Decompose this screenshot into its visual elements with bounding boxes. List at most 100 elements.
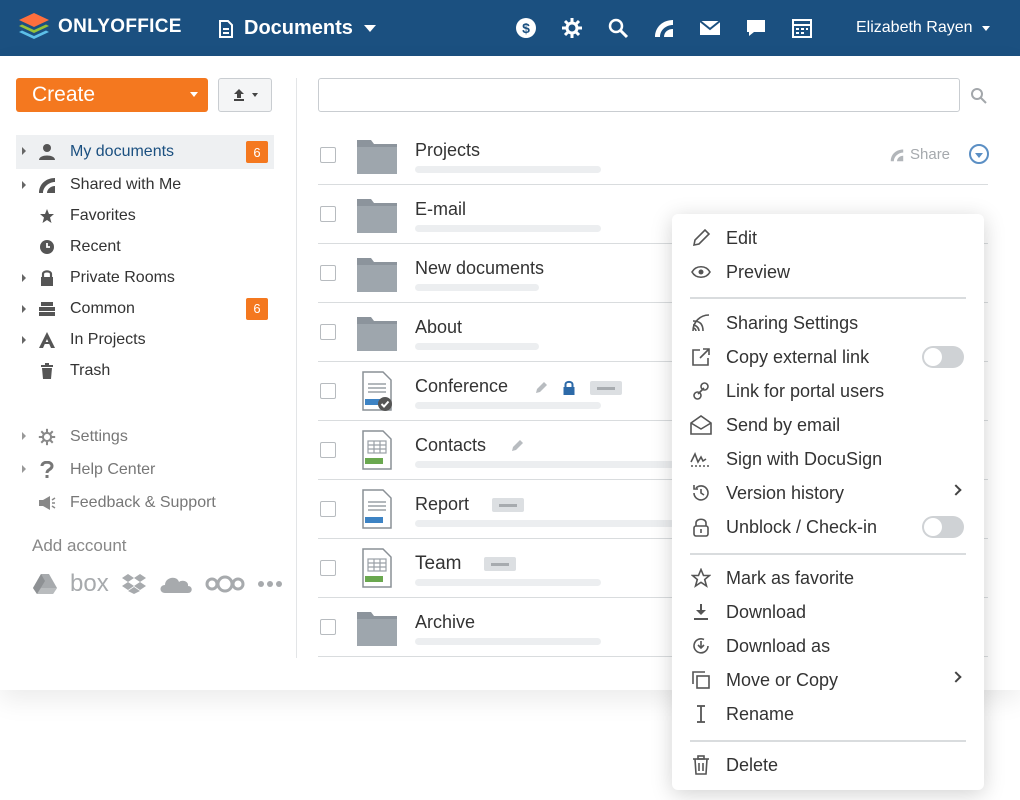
row-checkbox[interactable] [320, 206, 336, 222]
sidebar-item-settings[interactable]: Settings [16, 420, 274, 453]
box-icon[interactable]: box [70, 570, 109, 598]
menu-item-preview[interactable]: Preview [690, 257, 970, 287]
chevron-right-icon [950, 484, 962, 496]
file-name[interactable]: Contacts [415, 435, 486, 456]
calendar-icon[interactable] [790, 16, 814, 40]
menu-item-link-for-portal-users[interactable]: Link for portal users [690, 376, 970, 406]
share-icon [890, 149, 904, 161]
chevron-down-icon [981, 25, 990, 31]
expand-arrow-icon[interactable] [22, 305, 26, 313]
menu-item-copy-external-link[interactable]: Copy external link [690, 342, 970, 372]
upload-button[interactable] [218, 78, 272, 112]
feed-icon[interactable] [652, 16, 676, 40]
eye-icon [690, 261, 712, 283]
edit-pencil-icon[interactable] [534, 381, 548, 395]
file-meta-placeholder [415, 402, 601, 409]
row-menu-button[interactable] [969, 144, 989, 164]
lock-icon[interactable] [562, 380, 576, 396]
share-link[interactable]: Share [890, 146, 950, 163]
module-switcher[interactable]: Documents [218, 17, 377, 40]
more-icon[interactable] [257, 580, 283, 588]
sidebar-item-help-center[interactable]: Help Center [16, 453, 274, 486]
file-name[interactable]: Projects [415, 140, 480, 161]
sidebar-item-in-projects[interactable]: In Projects [16, 324, 274, 355]
external-link-icon [690, 346, 712, 368]
onlyoffice-logo[interactable]: ONLYOFFICE [18, 12, 182, 42]
menu-item-download[interactable]: Download [690, 597, 970, 627]
sidebar-item-label: My documents [70, 143, 175, 160]
file-meta-placeholder [415, 461, 675, 468]
onedrive-icon[interactable] [159, 573, 193, 595]
sidebar-item-label: Help Center [70, 460, 156, 478]
file-name[interactable]: E-mail [415, 199, 466, 220]
sidebar-item-label: Trash [70, 361, 111, 379]
chat-icon[interactable] [744, 16, 768, 40]
menu-item-version-history[interactable]: Version history [690, 478, 970, 508]
copy-icon [690, 669, 712, 691]
sidebar-item-label: Private Rooms [70, 268, 175, 286]
create-button[interactable]: Create [16, 78, 208, 112]
sidebar-item-recent[interactable]: Recent [16, 231, 274, 262]
trash-icon [690, 754, 712, 776]
row-checkbox[interactable] [320, 501, 336, 517]
file-name[interactable]: New documents [415, 258, 544, 279]
user-menu[interactable]: Elizabeth Rayen [856, 19, 991, 37]
menu-item-sign-with-docusign[interactable]: Sign with DocuSign [690, 444, 970, 474]
menu-item-delete[interactable]: Delete [690, 750, 970, 780]
expand-arrow-icon[interactable] [22, 465, 26, 473]
nextcloud-icon[interactable] [205, 573, 245, 595]
unblock-toggle[interactable] [922, 516, 964, 538]
file-name[interactable]: Archive [415, 612, 475, 633]
sidebar-item-private-rooms[interactable]: Private Rooms [16, 262, 274, 293]
row-checkbox[interactable] [320, 383, 336, 399]
sidebar-item-feedback-support[interactable]: Feedback & Support [16, 486, 274, 519]
settings-icon[interactable] [560, 16, 584, 40]
expand-arrow-icon[interactable] [22, 181, 26, 189]
file-name[interactable]: Conference [415, 376, 508, 397]
mail-icon[interactable] [698, 16, 722, 40]
row-checkbox[interactable] [320, 442, 336, 458]
menu-item-edit[interactable]: Edit [690, 223, 970, 253]
file-meta-placeholder [415, 225, 601, 232]
menu-item-label: Delete [726, 754, 779, 775]
row-checkbox[interactable] [320, 147, 336, 163]
sidebar-item-shared-with-me[interactable]: Shared with Me [16, 169, 274, 200]
download-icon [690, 601, 712, 623]
file-meta-placeholder [415, 166, 601, 173]
sidebar-item-my-documents[interactable]: My documents 6 [16, 135, 274, 169]
sidebar-item-favorites[interactable]: Favorites [16, 200, 274, 231]
menu-item-unblock-check-in[interactable]: Unblock / Check-in [690, 512, 970, 542]
file-name[interactable]: Report [415, 494, 469, 515]
menu-item-download-as[interactable]: Download as [690, 631, 970, 661]
expand-arrow-icon[interactable] [22, 274, 26, 282]
google-drive-icon[interactable] [32, 573, 58, 595]
menu-item-mark-as-favorite[interactable]: Mark as favorite [690, 563, 970, 593]
dropbox-icon[interactable] [121, 573, 147, 595]
menu-item-send-by-email[interactable]: Send by email [690, 410, 970, 440]
menu-item-move-or-copy[interactable]: Move or Copy [690, 665, 970, 695]
billing-icon[interactable]: $ [514, 16, 538, 40]
file-name[interactable]: About [415, 317, 462, 338]
docx-file-icon [362, 371, 392, 411]
row-checkbox[interactable] [320, 619, 336, 635]
menu-item-label: Copy external link [726, 346, 870, 367]
expand-arrow-icon[interactable] [22, 147, 26, 155]
search-icon[interactable] [606, 16, 630, 40]
file-name[interactable]: Team [415, 553, 461, 575]
row-checkbox[interactable] [320, 265, 336, 281]
edit-pencil-icon[interactable] [510, 439, 524, 453]
menu-item-rename[interactable]: Rename [690, 699, 970, 729]
expand-arrow-icon[interactable] [22, 432, 26, 440]
row-checkbox[interactable] [320, 324, 336, 340]
expand-arrow-icon[interactable] [22, 336, 26, 344]
menu-item-sharing-settings[interactable]: Sharing Settings [690, 308, 970, 338]
caret-down-icon [252, 93, 258, 97]
sidebar-item-trash[interactable]: Trash [16, 355, 274, 386]
file-row[interactable]: Projects Share [318, 126, 989, 185]
star-icon [38, 207, 56, 225]
sidebar-item-common[interactable]: Common 6 [16, 293, 274, 324]
search-input[interactable] [318, 78, 960, 112]
copy-external-link-toggle[interactable] [922, 346, 964, 368]
search-icon[interactable] [970, 87, 988, 105]
row-checkbox[interactable] [320, 560, 336, 576]
